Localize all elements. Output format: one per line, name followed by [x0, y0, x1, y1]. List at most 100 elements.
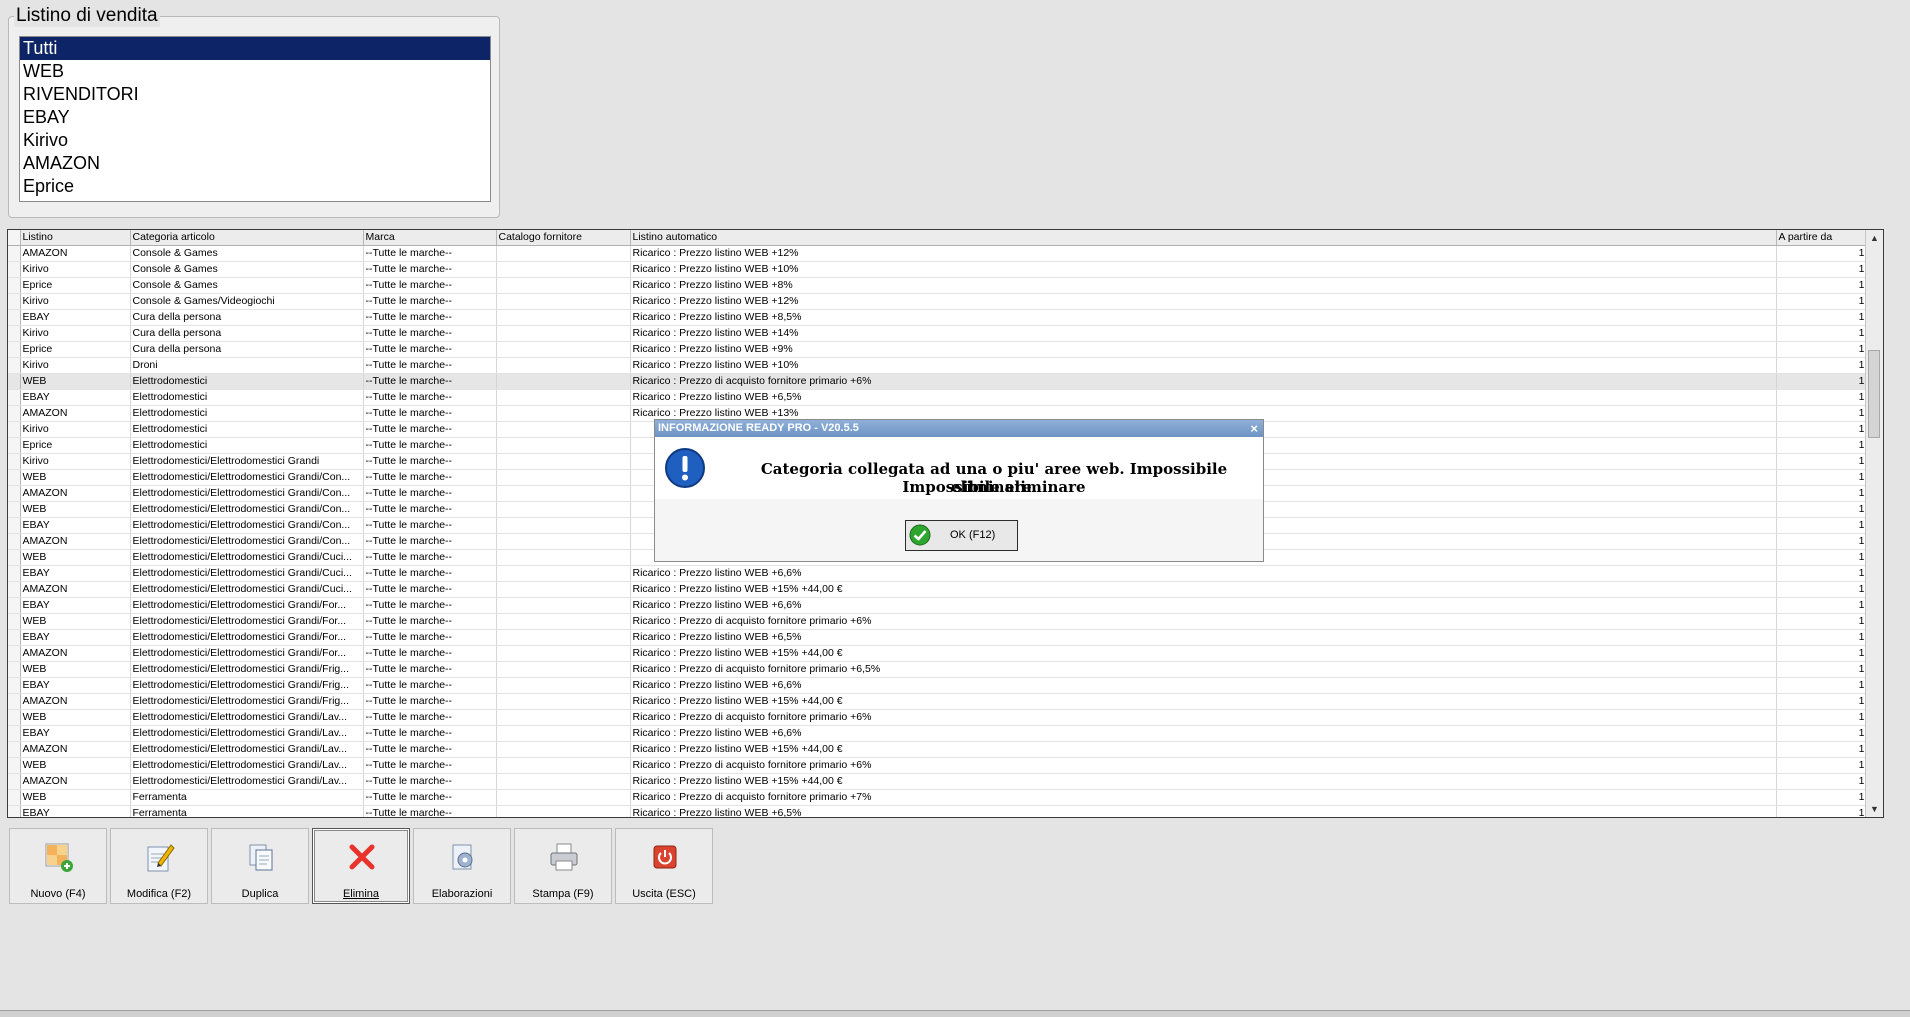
cell-marca[interactable]: --Tutte le marche--: [363, 757, 497, 774]
cell-listino-automatico[interactable]: Ricarico : Prezzo listino WEB +6,5%: [630, 389, 1777, 406]
cell-categoria[interactable]: Elettrodomestici/Elettrodomestici Grandi…: [130, 549, 364, 566]
cell-a-partire-da[interactable]: 1: [1776, 693, 1868, 710]
cell-a-partire-da[interactable]: 1: [1776, 533, 1868, 550]
row-indicator[interactable]: [8, 405, 21, 422]
row-indicator[interactable]: [8, 645, 21, 662]
cell-catalogo[interactable]: [496, 741, 631, 758]
table-row[interactable]: EBAY Elettrodomestici/Elettrodomestici Gr…: [8, 677, 1868, 694]
table-row[interactable]: AMAZON Elettrodomestici/Elettrodomestici …: [8, 693, 1868, 710]
cell-catalogo[interactable]: [496, 389, 631, 406]
cell-listino-automatico[interactable]: Ricarico : Prezzo listino WEB +15% +44,0…: [630, 693, 1777, 710]
cell-marca[interactable]: --Tutte le marche--: [363, 309, 497, 326]
cell-marca[interactable]: --Tutte le marche--: [363, 789, 497, 806]
cell-marca[interactable]: --Tutte le marche--: [363, 469, 497, 486]
cell-listino[interactable]: Kirivo: [20, 293, 131, 310]
table-row[interactable]: EBAY Elettrodomestici/Elettrodomestici Gr…: [8, 565, 1868, 582]
cell-listino-automatico[interactable]: Ricarico : Prezzo di acquisto fornitore …: [630, 709, 1777, 726]
row-indicator[interactable]: [8, 581, 21, 598]
cell-listino-automatico[interactable]: Ricarico : Prezzo listino WEB +8,5%: [630, 309, 1777, 326]
table-row[interactable]: EBAY Elettrodomestici/Elettrodomestici Gr…: [8, 725, 1868, 742]
table-row[interactable]: EBAY Elettrodomestici/Elettrodomestici Gr…: [8, 597, 1868, 614]
cell-listino[interactable]: WEB: [20, 757, 131, 774]
stampa-button[interactable]: Stampa (F9): [514, 828, 612, 904]
cell-marca[interactable]: --Tutte le marche--: [363, 453, 497, 470]
elimina-button[interactable]: Elimina: [312, 828, 410, 904]
cell-categoria[interactable]: Elettrodomestici/Elettrodomestici Grandi…: [130, 501, 364, 518]
cell-marca[interactable]: --Tutte le marche--: [363, 709, 497, 726]
cell-a-partire-da[interactable]: 1: [1776, 597, 1868, 614]
cell-listino-automatico[interactable]: Ricarico : Prezzo listino WEB +10%: [630, 261, 1777, 278]
cell-marca[interactable]: --Tutte le marche--: [363, 645, 497, 662]
cell-listino-automatico[interactable]: Ricarico : Prezzo listino WEB +8%: [630, 277, 1777, 294]
cell-listino[interactable]: WEB: [20, 613, 131, 630]
cell-marca[interactable]: --Tutte le marche--: [363, 725, 497, 742]
cell-listino-automatico[interactable]: Ricarico : Prezzo listino WEB +6,6%: [630, 597, 1777, 614]
row-indicator[interactable]: [8, 549, 21, 566]
listbox-item[interactable]: RIVENDITORI: [20, 83, 490, 106]
cell-categoria[interactable]: Console & Games: [130, 277, 364, 294]
cell-listino-automatico[interactable]: Ricarico : Prezzo listino WEB +6,5%: [630, 805, 1777, 817]
row-indicator[interactable]: [8, 757, 21, 774]
cell-listino-automatico[interactable]: Ricarico : Prezzo listino WEB +15% +44,0…: [630, 581, 1777, 598]
cell-a-partire-da[interactable]: 1: [1776, 437, 1868, 454]
listbox-item[interactable]: WEB: [20, 60, 490, 83]
cell-categoria[interactable]: Ferramenta: [130, 805, 364, 817]
cell-categoria[interactable]: Elettrodomestici: [130, 437, 364, 454]
modifica-button[interactable]: Modifica (F2): [110, 828, 208, 904]
table-row[interactable]: EBAY Cura della persona --Tutte le marche-…: [8, 309, 1868, 326]
listbox-item[interactable]: AMAZON: [20, 152, 490, 175]
cell-catalogo[interactable]: [496, 405, 631, 422]
cell-categoria[interactable]: Console & Games: [130, 261, 364, 278]
cell-categoria[interactable]: Elettrodomestici/Elettrodomestici Grandi…: [130, 533, 364, 550]
uscita-button[interactable]: Uscita (ESC): [615, 828, 713, 904]
row-indicator[interactable]: [8, 453, 21, 470]
row-indicator[interactable]: [8, 293, 21, 310]
ok-button[interactable]: OK (F12): [905, 520, 1018, 551]
cell-catalogo[interactable]: [496, 725, 631, 742]
table-row[interactable]: WEB Elettrodomestici/Elettrodomestici Gra…: [8, 613, 1868, 630]
cell-listino-automatico[interactable]: Ricarico : Prezzo listino WEB +12%: [630, 245, 1777, 262]
cell-a-partire-da[interactable]: 1: [1776, 645, 1868, 662]
row-indicator[interactable]: [8, 277, 21, 294]
cell-marca[interactable]: --Tutte le marche--: [363, 389, 497, 406]
cell-marca[interactable]: --Tutte le marche--: [363, 341, 497, 358]
cell-catalogo[interactable]: [496, 533, 631, 550]
cell-categoria[interactable]: Elettrodomestici: [130, 405, 364, 422]
table-row[interactable]: WEB Elettrodomestici/Elettrodomestici Gra…: [8, 757, 1868, 774]
cell-listino-automatico[interactable]: Ricarico : Prezzo listino WEB +6,5%: [630, 629, 1777, 646]
cell-listino-automatico[interactable]: Ricarico : Prezzo listino WEB +9%: [630, 341, 1777, 358]
cell-a-partire-da[interactable]: 1: [1776, 341, 1868, 358]
cell-catalogo[interactable]: [496, 549, 631, 566]
cell-marca[interactable]: --Tutte le marche--: [363, 325, 497, 342]
row-indicator[interactable]: [8, 469, 21, 486]
listbox-item[interactable]: Kirivo: [20, 129, 490, 152]
cell-categoria[interactable]: Elettrodomestici/Elettrodomestici Grandi…: [130, 677, 364, 694]
cell-a-partire-da[interactable]: 1: [1776, 469, 1868, 486]
cell-catalogo[interactable]: [496, 357, 631, 374]
cell-catalogo[interactable]: [496, 709, 631, 726]
cell-a-partire-da[interactable]: 1: [1776, 357, 1868, 374]
cell-a-partire-da[interactable]: 1: [1776, 677, 1868, 694]
cell-a-partire-da[interactable]: 1: [1776, 325, 1868, 342]
cell-listino[interactable]: EBAY: [20, 517, 131, 534]
cell-catalogo[interactable]: [496, 245, 631, 262]
cell-categoria[interactable]: Cura della persona: [130, 341, 364, 358]
cell-listino[interactable]: Kirivo: [20, 261, 131, 278]
cell-categoria[interactable]: Elettrodomestici/Elettrodomestici Grandi…: [130, 629, 364, 646]
cell-categoria[interactable]: Elettrodomestici/Elettrodomestici Grandi…: [130, 645, 364, 662]
row-indicator[interactable]: [8, 437, 21, 454]
cell-marca[interactable]: --Tutte le marche--: [363, 533, 497, 550]
cell-listino[interactable]: EBAY: [20, 805, 131, 817]
cell-listino[interactable]: WEB: [20, 789, 131, 806]
cell-catalogo[interactable]: [496, 677, 631, 694]
table-row[interactable]: Eprice Cura della persona --Tutte le march…: [8, 341, 1868, 358]
cell-categoria[interactable]: Elettrodomestici/Elettrodomestici Grandi…: [130, 773, 364, 790]
cell-categoria[interactable]: Elettrodomestici: [130, 373, 364, 390]
cell-marca[interactable]: --Tutte le marche--: [363, 661, 497, 678]
close-icon[interactable]: ×: [1250, 420, 1258, 437]
cell-a-partire-da[interactable]: 1: [1776, 309, 1868, 326]
row-indicator[interactable]: [8, 485, 21, 502]
cell-listino[interactable]: Eprice: [20, 341, 131, 358]
cell-a-partire-da[interactable]: 1: [1776, 629, 1868, 646]
cell-catalogo[interactable]: [496, 581, 631, 598]
